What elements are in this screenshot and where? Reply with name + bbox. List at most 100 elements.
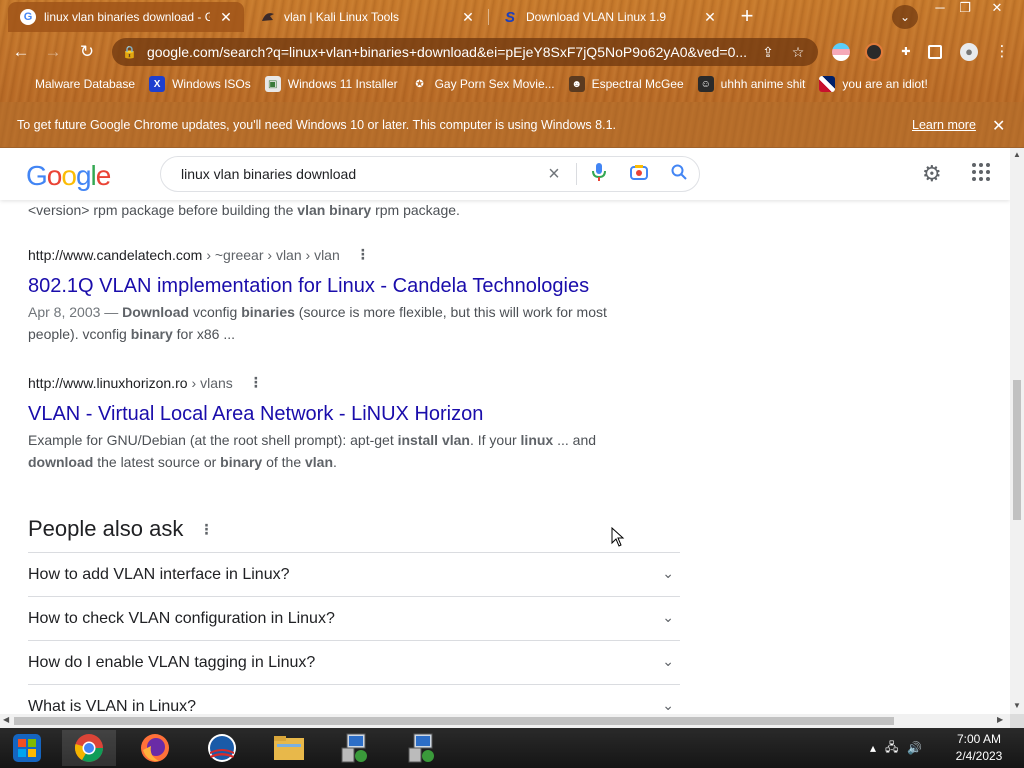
- result-candelatech: http://www.candelatech.com › ~greear › v…: [28, 246, 628, 345]
- kali-dragon-icon: [260, 9, 276, 25]
- clear-icon[interactable]: ×: [534, 163, 574, 186]
- cite-path: › vlans: [191, 374, 233, 391]
- more-options-icon[interactable]: ⋮: [199, 521, 213, 538]
- paa-question[interactable]: How to add VLAN interface in Linux? ⌄: [28, 552, 680, 596]
- bookmark-windows-11-installer[interactable]: ▣ Windows 11 Installer: [264, 76, 398, 92]
- result-linuxhorizon: http://www.linuxhorizon.ro › vlans ⋮ VLA…: [28, 374, 628, 473]
- new-tab-button[interactable]: +: [734, 5, 760, 29]
- side-panel-icon[interactable]: [928, 45, 942, 59]
- desc-text: the latest source or: [93, 454, 221, 470]
- more-options-icon[interactable]: ⋮: [356, 246, 370, 263]
- result-description: Example for GNU/Debian (at the root shel…: [28, 429, 628, 473]
- apps-grid-icon[interactable]: [970, 161, 992, 183]
- more-options-icon[interactable]: ⋮: [249, 374, 263, 391]
- paa-question-text: How to add VLAN interface in Linux?: [28, 565, 290, 583]
- search-box[interactable]: linux vlan binaries download ×: [160, 156, 700, 192]
- chevron-down-icon: ⌄: [662, 609, 674, 625]
- microphone-icon[interactable]: [579, 162, 619, 186]
- logo-letter: G: [26, 160, 48, 191]
- url-text[interactable]: google.com/search?q=linux+vlan+binaries+…: [147, 44, 748, 60]
- vertical-scrollbar[interactable]: ▲ ▼: [1010, 148, 1024, 714]
- bookmark-label: Espectral McGee: [591, 77, 684, 91]
- taskbar-network-app-1[interactable]: [328, 730, 382, 766]
- paa-question[interactable]: What is VLAN in Linux? ⌄: [28, 684, 680, 714]
- camera-lens-icon[interactable]: [619, 164, 659, 185]
- result-title-link[interactable]: VLAN - Virtual Local Area Network - LiNU…: [28, 401, 628, 427]
- start-button[interactable]: [0, 730, 54, 766]
- menu-kebab-icon[interactable]: ⋮: [993, 43, 1011, 61]
- bookmark-gay-porn-sex-movie[interactable]: ✪ Gay Porn Sex Movie...: [412, 76, 554, 92]
- close-icon[interactable]: ✕: [460, 9, 476, 26]
- google-icon: G: [20, 9, 36, 25]
- result-title-link[interactable]: 802.1Q VLAN implementation for Linux - C…: [28, 273, 628, 299]
- horizontal-scrollbar[interactable]: ◀ ▶: [0, 714, 1010, 728]
- result-cite[interactable]: http://www.candelatech.com › ~greear › v…: [28, 246, 628, 263]
- profile-avatar-icon[interactable]: ●: [960, 43, 978, 61]
- clock-date: 2/4/2023: [955, 749, 1003, 763]
- settings-gear-icon[interactable]: ⚙: [922, 161, 942, 187]
- volume-icon[interactable]: 🔊: [907, 741, 922, 755]
- taskbar-firefox[interactable]: [128, 730, 182, 766]
- bookmark-espectral-mcgee[interactable]: ☻ Espectral McGee: [568, 76, 684, 92]
- bookmark-label: you are an idiot!: [842, 77, 928, 91]
- tray-overflow-chevron-icon[interactable]: ▴: [870, 741, 876, 755]
- taskbar-network-app-2[interactable]: [395, 730, 449, 766]
- window-close-button[interactable]: ✕: [982, 0, 1012, 18]
- tab-search-button[interactable]: ⌄: [892, 5, 918, 29]
- scroll-right-arrow-icon[interactable]: ▶: [997, 715, 1003, 724]
- paa-question-text: What is VLAN in Linux?: [28, 697, 197, 715]
- bookmark-label: uhhh anime shit: [720, 77, 806, 91]
- result-cite[interactable]: http://www.linuxhorizon.ro › vlans ⋮: [28, 374, 628, 391]
- search-icon[interactable]: [659, 164, 699, 185]
- network-icon[interactable]: 🖧: [885, 738, 898, 759]
- system-tray: ▴ 🖧 🔊: [870, 728, 931, 768]
- tab-kali-linux-tools[interactable]: vlan | Kali Linux Tools ✕: [248, 2, 486, 32]
- scrollbar-thumb[interactable]: [1013, 380, 1021, 520]
- scroll-left-arrow-icon[interactable]: ◀: [3, 715, 9, 724]
- extension-avatar-icon[interactable]: [865, 43, 883, 61]
- google-logo[interactable]: Google: [26, 160, 111, 192]
- paa-question[interactable]: How to check VLAN configuration in Linux…: [28, 596, 680, 640]
- back-button[interactable]: ←: [8, 40, 34, 64]
- logo-letter: o: [46, 160, 63, 191]
- bookmark-malware-database[interactable]: Malware Database: [10, 76, 135, 92]
- reload-button[interactable]: ↻: [74, 40, 100, 64]
- bold-term: install vlan: [397, 432, 470, 448]
- start-orb-icon: [13, 734, 41, 762]
- search-input[interactable]: linux vlan binaries download: [181, 166, 534, 182]
- tab-google-search[interactable]: G linux vlan binaries download - Goo ✕: [8, 2, 244, 32]
- learn-more-link[interactable]: Learn more: [912, 118, 976, 132]
- clock-time: 7:00 AM: [956, 732, 1002, 746]
- paa-question-text: How to check VLAN configuration in Linux…: [28, 609, 335, 627]
- cite-path: › ~greear › vlan › vlan: [206, 246, 340, 263]
- taskbar-clock[interactable]: 7:00 AM 2/4/2023: [944, 731, 1014, 765]
- paa-question[interactable]: How do I enable VLAN tagging in Linux? ⌄: [28, 640, 680, 684]
- bookmark-uhhh-anime-shit[interactable]: ☺ uhhh anime shit: [697, 76, 806, 92]
- share-icon[interactable]: ⇪: [758, 44, 778, 61]
- scrollbar-thumb[interactable]: [14, 717, 894, 725]
- infobar-close-icon[interactable]: ✕: [992, 116, 1005, 136]
- close-icon[interactable]: ✕: [702, 9, 718, 26]
- tab-download-vlan[interactable]: S Download VLAN Linux 1.9 ✕: [490, 2, 728, 32]
- address-bar[interactable]: 🔒 google.com/search?q=linux+vlan+binarie…: [112, 38, 818, 66]
- bold-term: linux: [520, 432, 554, 448]
- scroll-up-arrow-icon[interactable]: ▲: [1013, 150, 1021, 159]
- bookmark-you-are-an-idiot[interactable]: you are an idiot!: [819, 76, 928, 92]
- extension-flag-icon[interactable]: [832, 43, 850, 61]
- scroll-down-arrow-icon[interactable]: ▼: [1013, 701, 1021, 710]
- restore-button[interactable]: ❐: [950, 0, 980, 18]
- x-logo-icon: X: [149, 76, 166, 92]
- arrow-right-icon: →: [44, 42, 62, 61]
- star-icon[interactable]: ☆: [788, 44, 808, 61]
- taskbar-chrome[interactable]: [62, 730, 116, 766]
- close-icon[interactable]: ✕: [218, 9, 234, 26]
- puzzle-piece-icon[interactable]: ✚: [897, 43, 915, 61]
- bold-term: Download: [122, 304, 190, 320]
- taskbar-obama-app[interactable]: [195, 730, 249, 766]
- bookmark-windows-isos[interactable]: X Windows ISOs: [149, 76, 251, 92]
- taskbar-file-explorer[interactable]: [262, 730, 316, 766]
- chevron-down-icon: ⌄: [662, 653, 674, 669]
- forward-button[interactable]: →: [40, 40, 66, 64]
- snippet-text: <version> rpm package before building th…: [28, 202, 298, 218]
- tab-strip: G linux vlan binaries download - Goo ✕ v…: [0, 0, 1024, 34]
